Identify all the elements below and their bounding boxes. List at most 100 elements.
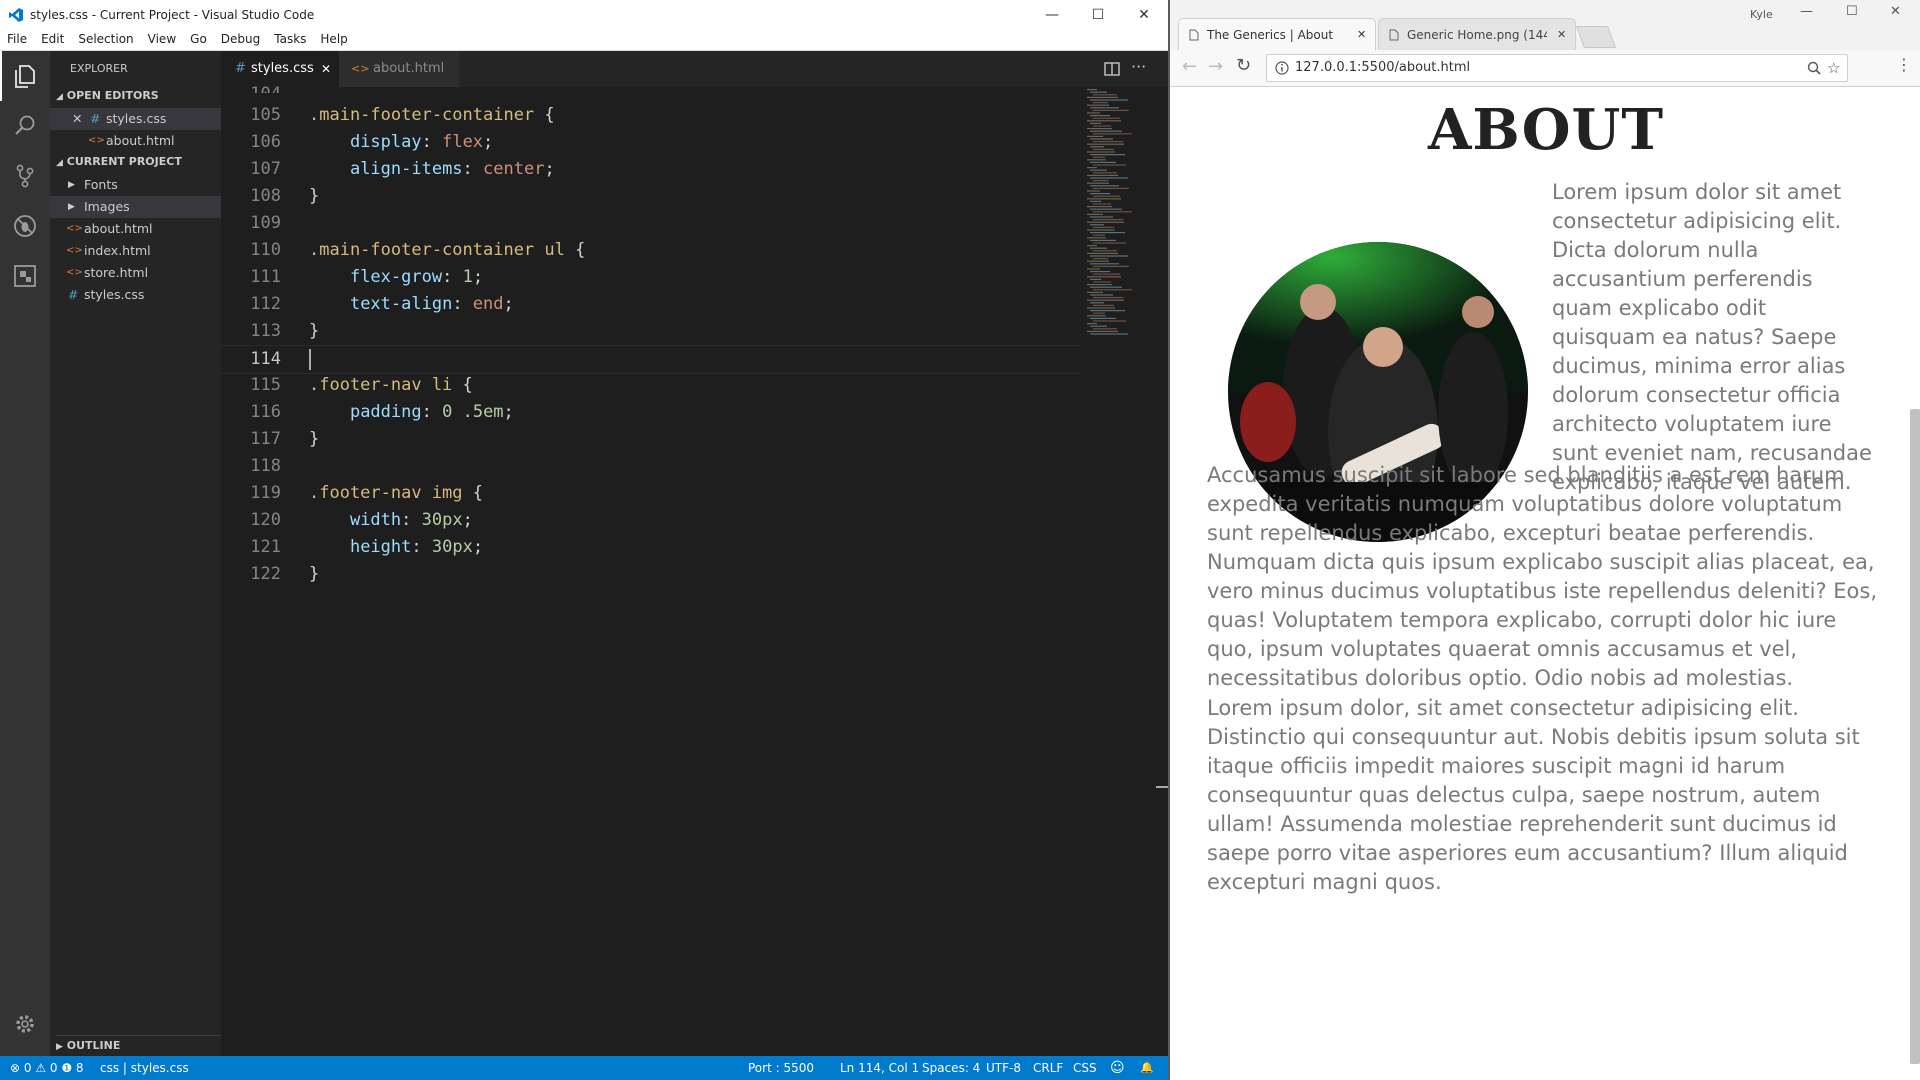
- minimap-line: [1093, 250, 1117, 252]
- gear-icon[interactable]: [12, 1011, 38, 1037]
- vscode-logo-icon: [9, 8, 23, 22]
- extensions-icon[interactable]: [12, 263, 38, 289]
- code-line[interactable]: 117}: [221, 426, 1081, 453]
- new-tab-button[interactable]: [1575, 26, 1617, 48]
- menu-edit[interactable]: Edit: [34, 30, 71, 46]
- back-icon[interactable]: ←: [1182, 56, 1197, 77]
- minimize-button[interactable]: —: [1800, 4, 1813, 19]
- maximize-button[interactable]: ☐: [1846, 4, 1858, 19]
- forward-icon[interactable]: →: [1208, 56, 1223, 77]
- code-line[interactable]: 120 width: 30px;: [221, 507, 1081, 534]
- code-line[interactable]: 114: [221, 345, 1081, 374]
- reload-icon[interactable]: ↻: [1236, 55, 1251, 76]
- info-icon[interactable]: [1275, 61, 1289, 75]
- minimap-line: [1093, 265, 1129, 267]
- code-line[interactable]: 112 text-align: end;: [221, 291, 1081, 318]
- live-server-port[interactable]: Port : 5500: [748, 1056, 814, 1080]
- line-number: 119: [250, 483, 281, 503]
- minimap[interactable]: [1083, 87, 1168, 387]
- end-of-line[interactable]: CRLF: [1033, 1056, 1063, 1080]
- project-header[interactable]: ◢ CURRENT PROJECT: [56, 152, 182, 172]
- maximize-button[interactable]: ☐: [1078, 4, 1118, 26]
- browser-tab-about[interactable]: The Generics | About ✕: [1178, 18, 1376, 51]
- tab-close-icon[interactable]: ✕: [1357, 19, 1366, 51]
- code-line[interactable]: 106 display: flex;: [221, 129, 1081, 156]
- close-icon[interactable]: ✕: [72, 108, 82, 130]
- code-line[interactable]: 119 .footer-nav img {: [221, 480, 1081, 507]
- chrome-toolbar: ← → ↻ 127.0.0.1:5500/about.html ☆ ⋮: [1170, 50, 1920, 87]
- close-button[interactable]: ✕: [1890, 4, 1901, 19]
- minimap-line: [1093, 164, 1126, 166]
- feedback-smiley-icon[interactable]: ☺: [1110, 1056, 1125, 1080]
- line-number: 110: [250, 240, 281, 260]
- open-editor-about-html[interactable]: <> about.html: [50, 130, 221, 152]
- minimap-line: [1087, 307, 1115, 309]
- file-index-html[interactable]: <> index.html: [50, 240, 221, 262]
- language-mode[interactable]: CSS: [1073, 1056, 1097, 1080]
- menu-tasks[interactable]: Tasks: [267, 30, 313, 46]
- address-bar[interactable]: 127.0.0.1:5500/about.html ☆: [1266, 54, 1848, 82]
- minimize-button[interactable]: —: [1032, 4, 1072, 26]
- minimap-line: [1090, 271, 1110, 273]
- minimap-line: [1087, 120, 1121, 122]
- code-line[interactable]: 105 .main-footer-container {: [221, 102, 1081, 129]
- bookmark-star-icon[interactable]: ☆: [1827, 55, 1840, 81]
- debug-icon[interactable]: [12, 213, 38, 239]
- profile-name[interactable]: Kyle: [1750, 8, 1773, 21]
- problems-indicator[interactable]: ⊗ 0 ⚠ 0 ❶ 8: [10, 1056, 84, 1080]
- code-line[interactable]: 122}: [221, 561, 1081, 588]
- chrome-menu-icon[interactable]: ⋮: [1896, 55, 1912, 74]
- code-line[interactable]: 111 flex-grow: 1;: [221, 264, 1081, 291]
- minimap-line: [1093, 117, 1120, 119]
- zoom-icon[interactable]: [1807, 61, 1821, 75]
- minimap-line: [1093, 102, 1108, 104]
- folder-fonts[interactable]: ▶ Fonts: [50, 174, 221, 196]
- more-actions-icon[interactable]: ···: [1131, 57, 1146, 76]
- indentation[interactable]: Spaces: 4: [922, 1056, 980, 1080]
- folder-images[interactable]: ▶ Images: [50, 196, 221, 218]
- open-editor-styles-css[interactable]: ✕ # styles.css: [50, 108, 221, 130]
- close-button[interactable]: ✕: [1124, 4, 1164, 26]
- css-path-indicator[interactable]: css | styles.css: [100, 1056, 189, 1080]
- encoding[interactable]: UTF-8: [986, 1056, 1021, 1080]
- minimap-line: [1090, 239, 1116, 241]
- browser-tab-image[interactable]: Generic Home.png (144( ✕: [1378, 18, 1576, 51]
- minimap-line: [1090, 310, 1125, 312]
- html-file-icon: <>: [66, 245, 83, 256]
- file-about-html[interactable]: <> about.html: [50, 218, 221, 240]
- open-editors-header[interactable]: ◢ OPEN EDITORS: [56, 86, 159, 106]
- menu-selection[interactable]: Selection: [71, 30, 140, 46]
- source-control-icon[interactable]: [12, 163, 38, 189]
- file-store-html[interactable]: <> store.html: [50, 262, 221, 284]
- code-line[interactable]: 108}: [221, 183, 1081, 210]
- minimap-line: [1093, 125, 1111, 127]
- menu-file[interactable]: File: [0, 30, 34, 46]
- menu-go[interactable]: Go: [183, 30, 214, 46]
- code-line[interactable]: 107 align-items: center;: [221, 156, 1081, 183]
- menu-help[interactable]: Help: [313, 30, 354, 46]
- code-line[interactable]: 109: [221, 210, 1081, 237]
- code-line[interactable]: 110 .main-footer-container ul {: [221, 237, 1081, 264]
- search-icon[interactable]: [12, 113, 38, 139]
- menu-view[interactable]: View: [141, 30, 183, 46]
- files-icon[interactable]: [12, 63, 38, 89]
- minimap-line: [1087, 291, 1103, 293]
- cursor-position[interactable]: Ln 114, Col 1: [840, 1056, 919, 1080]
- outline-header[interactable]: ▶ OUTLINE: [56, 1035, 221, 1056]
- minimap-line: [1093, 219, 1123, 221]
- page-scrollbar[interactable]: [1910, 409, 1920, 1064]
- tab-close-icon[interactable]: ✕: [1557, 19, 1566, 51]
- notifications-bell-icon[interactable]: 🔔: [1140, 1056, 1154, 1080]
- minimap-line: [1093, 312, 1105, 314]
- code-editor[interactable]: 104 105.main-footer-container {106 displ…: [221, 84, 1081, 1056]
- split-editor-icon[interactable]: [1104, 62, 1120, 76]
- code-line[interactable]: 113}: [221, 318, 1081, 345]
- menu-debug[interactable]: Debug: [214, 30, 267, 46]
- code-line[interactable]: 118: [221, 453, 1081, 480]
- minimap-line: [1093, 328, 1117, 330]
- file-styles-css[interactable]: # styles.css: [50, 284, 221, 306]
- code-line[interactable]: 115 .footer-nav li {: [221, 372, 1081, 399]
- code-line[interactable]: 116 padding: 0 .5em;: [221, 399, 1081, 426]
- code-line[interactable]: 121 height: 30px;: [221, 534, 1081, 561]
- minimap-line: [1087, 276, 1121, 278]
